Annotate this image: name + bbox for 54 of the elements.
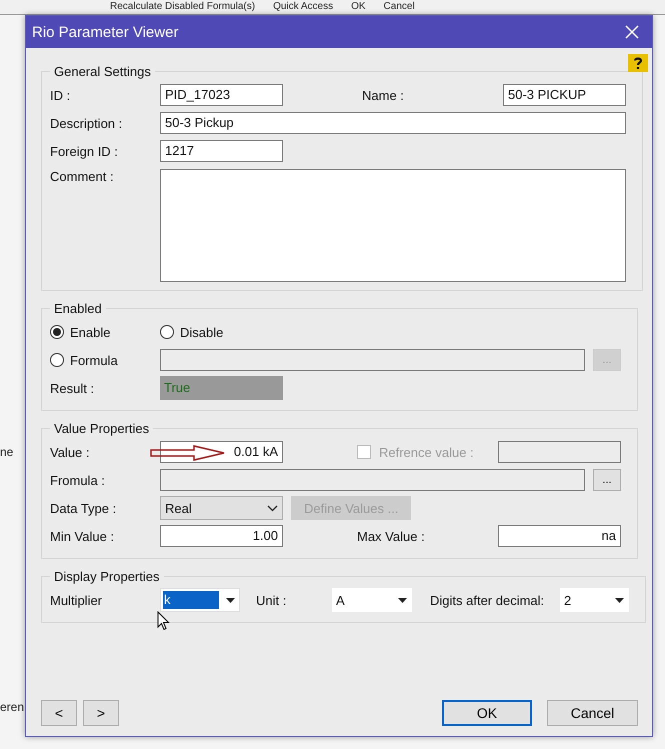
- field-label: Comment :: [50, 169, 115, 184]
- unit-dropdown[interactable]: A: [332, 588, 412, 612]
- pointer-icon: [157, 611, 170, 631]
- radio-button[interactable]: Enable: [50, 324, 160, 340]
- input-field[interactable]: 1.00: [160, 525, 283, 547]
- group-title: Value Properties: [53, 421, 150, 436]
- formula-field[interactable]: [160, 469, 585, 491]
- field-label: Result :: [50, 380, 96, 396]
- multiplier-dropdown[interactable]: k: [160, 588, 240, 612]
- input-field[interactable]: PID_17023: [160, 84, 283, 106]
- background-text: ne: [0, 445, 14, 459]
- field-label: Value :: [50, 444, 91, 460]
- field-label: Data Type :: [50, 500, 118, 516]
- group-title: Display Properties: [53, 569, 160, 584]
- field-label: Min Value :: [50, 528, 116, 544]
- toolbar-item[interactable]: OK: [351, 0, 366, 14]
- field-label: Digits after decimal:: [429, 592, 546, 608]
- toolbar-item[interactable]: Recalculate Disabled Formula(s): [110, 0, 256, 14]
- comment-field[interactable]: [160, 169, 626, 282]
- chevron-icon: [267, 504, 278, 512]
- field-label: Foreign ID :: [50, 144, 119, 158]
- digits-dropdown[interactable]: 2: [560, 588, 629, 612]
- toolbar-item[interactable]: Cancel: [384, 0, 415, 14]
- nav-button[interactable]: <: [41, 700, 77, 726]
- reference-field[interactable]: [498, 441, 621, 463]
- input-field[interactable]: na: [498, 525, 621, 547]
- result-field: True: [160, 376, 283, 400]
- input-field[interactable]: 0.01 kA: [160, 441, 283, 463]
- radio-button[interactable]: Disable: [160, 324, 270, 340]
- field-label: Max Value :: [357, 528, 426, 544]
- field-label: Description :: [50, 116, 124, 130]
- field-label: Fromula :: [50, 472, 106, 488]
- nav-button[interactable]: >: [83, 700, 119, 726]
- input-field[interactable]: 50-3 Pickup: [160, 112, 626, 134]
- caret-icon: [226, 598, 234, 602]
- input-field[interactable]: 50-3 PICKUP: [503, 84, 626, 106]
- field-label: Unit :: [255, 592, 288, 608]
- group-title: General Settings: [53, 64, 152, 79]
- input-field[interactable]: 1217: [160, 140, 283, 162]
- ok-button[interactable]: OK: [442, 700, 532, 726]
- data-type-dropdown[interactable]: Real: [160, 496, 283, 520]
- cancel-button[interactable]: Cancel: [547, 700, 638, 726]
- caret-icon: [614, 598, 624, 602]
- background-text: eren: [0, 700, 24, 714]
- field-label: Multiplier: [50, 592, 104, 608]
- formula-field[interactable]: [160, 349, 585, 371]
- window-title: Rio Parameter Viewer: [32, 24, 180, 40]
- caret-icon: [398, 598, 406, 602]
- group-title: Enabled: [53, 301, 103, 316]
- field-label: Name :: [362, 88, 405, 102]
- field-label: ID :: [50, 88, 72, 102]
- browse-button[interactable]: ...: [593, 469, 621, 491]
- radio-button[interactable]: Formula: [50, 352, 160, 368]
- toolbar-item[interactable]: Quick Access: [273, 0, 334, 14]
